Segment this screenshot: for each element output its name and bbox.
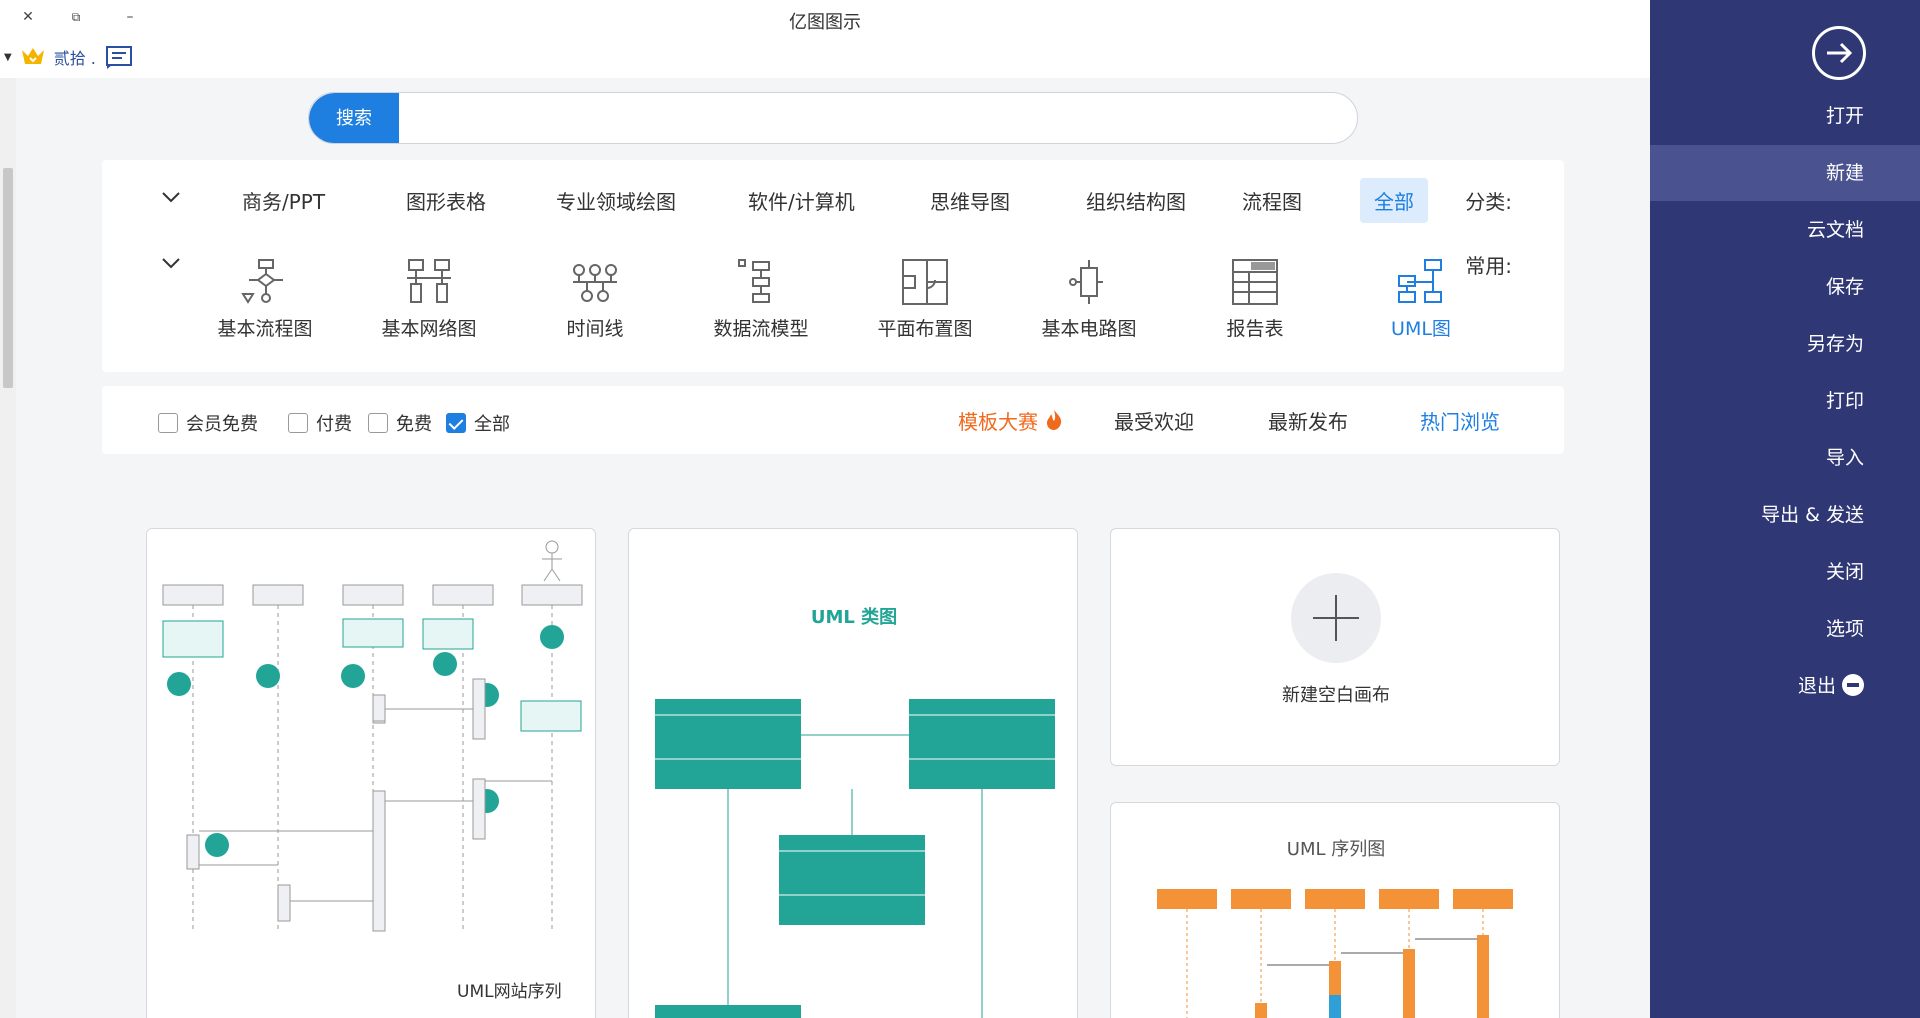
new-blank-label: 新建空白画布 bbox=[1282, 685, 1390, 706]
common-timeline-label: 时间线 bbox=[566, 318, 624, 340]
common-basic-flowchart-label: 基本流程图 bbox=[217, 318, 313, 340]
back-button[interactable] bbox=[1812, 26, 1866, 80]
filter-panel: 热门浏览 最新发布 最受欢迎 模板大赛 全部 免费 付费 会员免费 bbox=[102, 386, 1564, 454]
category-professional[interactable]: 专业领域绘图 bbox=[542, 178, 690, 223]
sidebar-item-import[interactable]: 导入 bbox=[1650, 430, 1920, 486]
category-all[interactable]: 全部 bbox=[1360, 178, 1428, 223]
dataflow-icon bbox=[738, 259, 770, 303]
category-software[interactable]: 软件/计算机 bbox=[734, 178, 869, 223]
common-network-label: 基本网络图 bbox=[381, 318, 477, 340]
uml-icon bbox=[1398, 259, 1442, 303]
tab-latest[interactable]: 最新发布 bbox=[1268, 406, 1348, 435]
common-basic-flowchart[interactable]: 基本流程图 bbox=[210, 258, 320, 341]
uml-class-thumbnail bbox=[655, 699, 1055, 1018]
timeline-icon bbox=[573, 264, 617, 302]
uml-class-title: UML 类图 bbox=[810, 607, 898, 628]
uml-sequence-title: UML 序列图 bbox=[1286, 839, 1386, 860]
file-menu-sidebar: 打开 新建 云文档 保存 另存为 打印 导入 导出 & 发送 关闭 选项 退出 bbox=[1650, 0, 1920, 1018]
common-timeline[interactable]: 时间线 bbox=[540, 258, 650, 341]
chevron-down-icon[interactable] bbox=[158, 184, 184, 210]
tab-hot[interactable]: 热门浏览 bbox=[1420, 406, 1500, 435]
filter-all-label: 全部 bbox=[474, 414, 510, 435]
filter-paid[interactable]: 付费 bbox=[288, 410, 352, 436]
tab-contest[interactable]: 模板大赛 bbox=[958, 406, 1064, 435]
sidebar-item-open[interactable]: 打开 bbox=[1650, 88, 1920, 144]
sidebar-item-close[interactable]: 关闭 bbox=[1650, 544, 1920, 600]
common-circuit[interactable]: 基本电路图 bbox=[1034, 258, 1144, 341]
filter-paid-label: 付费 bbox=[316, 414, 352, 435]
checkbox-all[interactable] bbox=[446, 413, 466, 433]
category-label: 分类: bbox=[1465, 190, 1512, 214]
category-panel: 分类: 全部 流程图 组织结构图 思维导图 软件/计算机 专业领域绘图 图形表格… bbox=[102, 160, 1564, 372]
filter-vip-free-label: 会员免费 bbox=[186, 414, 258, 435]
common-floorplan-label: 平面布置图 bbox=[877, 318, 973, 340]
user-name: 贰拾 . bbox=[53, 49, 96, 68]
search-bar: 搜索 bbox=[308, 92, 1358, 144]
caret-down-icon: ▼ bbox=[4, 51, 12, 63]
common-circuit-label: 基本电路图 bbox=[1041, 318, 1137, 340]
common-report[interactable]: 报告表 bbox=[1200, 258, 1310, 341]
uml-site-seq-caption: UML网站序列 bbox=[457, 982, 562, 1002]
uml-site-sequence-thumbnail bbox=[162, 540, 583, 932]
category-org-chart[interactable]: 组织结构图 bbox=[1072, 178, 1200, 223]
category-graphic-table[interactable]: 图形表格 bbox=[392, 178, 500, 223]
fire-icon bbox=[1047, 410, 1062, 430]
new-blank-card[interactable]: 新建空白画布 bbox=[1110, 528, 1560, 766]
category-business-ppt[interactable]: 商务/PPT bbox=[228, 178, 339, 223]
common-uml[interactable]: UML图 bbox=[1366, 258, 1476, 341]
checkbox-paid[interactable] bbox=[288, 413, 308, 433]
filter-all[interactable]: 全部 bbox=[446, 410, 510, 436]
uml-sequence-thumbnail bbox=[1157, 889, 1513, 1018]
tab-popular[interactable]: 最受欢迎 bbox=[1114, 406, 1194, 435]
search-button[interactable]: 搜索 bbox=[309, 93, 399, 143]
sidebar-item-save[interactable]: 保存 bbox=[1650, 259, 1920, 315]
flowchart-icon bbox=[241, 259, 283, 304]
sidebar-item-export[interactable]: 导出 & 发送 bbox=[1650, 487, 1920, 543]
sidebar-item-exit[interactable]: 退出 bbox=[1650, 658, 1920, 714]
template-card-uml-class[interactable]: UML 类图 bbox=[628, 528, 1078, 1018]
category-flowchart[interactable]: 流程图 bbox=[1228, 178, 1316, 223]
sidebar-item-exit-label: 退出 bbox=[1797, 675, 1836, 697]
app-title: 亿图图示 bbox=[789, 12, 861, 33]
sidebar-item-options[interactable]: 选项 bbox=[1650, 601, 1920, 657]
template-card-uml-sequence[interactable]: UML 序列图 bbox=[1110, 802, 1560, 1018]
scrollbar[interactable] bbox=[0, 78, 16, 1018]
template-card-uml-site-sequence[interactable]: UML网站序列 bbox=[146, 528, 596, 1018]
add-circle[interactable] bbox=[1291, 573, 1381, 663]
network-icon bbox=[407, 259, 451, 303]
sidebar-item-save-as[interactable]: 另存为 bbox=[1650, 316, 1920, 372]
scrollbar-thumb[interactable] bbox=[3, 168, 13, 388]
checkbox-free[interactable] bbox=[368, 413, 388, 433]
sidebar-item-new[interactable]: 新建 bbox=[1650, 145, 1920, 201]
category-mind-map[interactable]: 思维导图 bbox=[916, 178, 1024, 223]
user-bar: ▼ 贰拾 . bbox=[0, 38, 1650, 78]
common-uml-label: UML图 bbox=[1391, 318, 1451, 340]
common-dataflow-label: 数据流模型 bbox=[713, 318, 809, 340]
exit-icon bbox=[1842, 674, 1864, 696]
checkbox-vip-free[interactable] bbox=[158, 413, 178, 433]
circuit-icon bbox=[1069, 260, 1103, 304]
vip-crown-icon bbox=[21, 48, 44, 64]
chevron-down-icon[interactable] bbox=[158, 250, 184, 276]
sidebar-item-print[interactable]: 打印 bbox=[1650, 373, 1920, 429]
filter-vip-free[interactable]: 会员免费 bbox=[158, 410, 258, 436]
search-input[interactable] bbox=[401, 93, 1351, 143]
floorplan-icon bbox=[902, 259, 948, 305]
report-icon bbox=[1232, 259, 1278, 305]
message-icon[interactable] bbox=[104, 44, 134, 70]
plus-icon bbox=[1313, 595, 1359, 641]
common-dataflow[interactable]: 数据流模型 bbox=[706, 258, 816, 341]
common-report-label: 报告表 bbox=[1226, 318, 1284, 340]
arrow-right-icon bbox=[1827, 42, 1853, 64]
filter-free[interactable]: 免费 bbox=[368, 410, 432, 436]
template-gallery: 搜索 分类: 全部 流程图 组织结构图 思维导图 软件/计算机 专业领域绘图 图… bbox=[16, 78, 1650, 1018]
common-floorplan[interactable]: 平面布置图 bbox=[870, 258, 980, 341]
common-network[interactable]: 基本网络图 bbox=[374, 258, 484, 341]
sidebar-item-cloud[interactable]: 云文档 bbox=[1650, 202, 1920, 258]
filter-free-label: 免费 bbox=[396, 414, 432, 435]
tab-contest-label: 模板大赛 bbox=[958, 410, 1038, 434]
user-menu[interactable]: ▼ 贰拾 . bbox=[4, 44, 134, 70]
